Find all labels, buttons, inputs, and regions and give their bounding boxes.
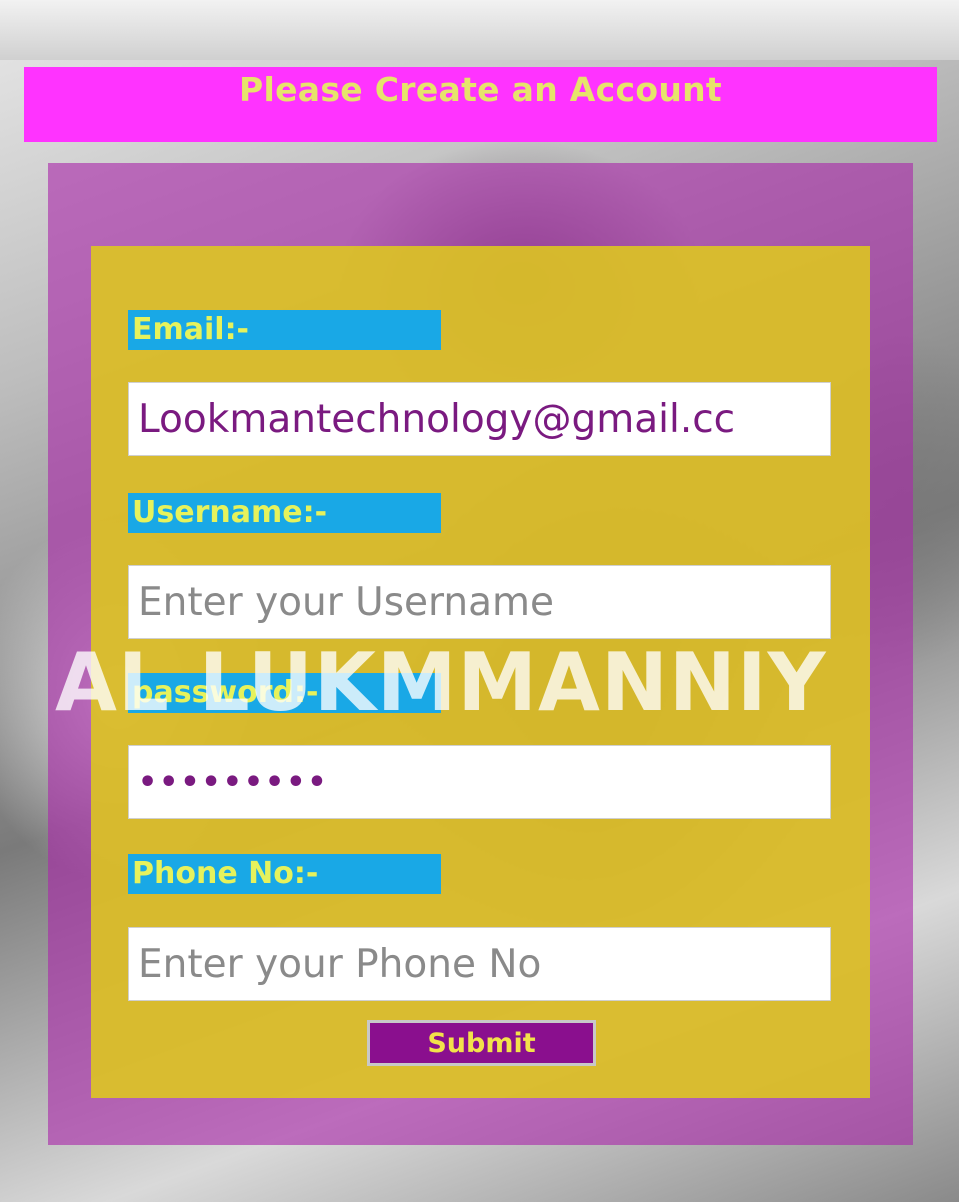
email-field[interactable] <box>128 382 831 456</box>
background-top-strip <box>0 0 959 60</box>
password-label: password:- <box>128 673 441 713</box>
page-title: Please Create an Account <box>239 70 722 109</box>
phone-field[interactable] <box>128 927 831 1001</box>
header-bar: Please Create an Account <box>24 67 937 142</box>
username-label: Username:- <box>128 493 441 533</box>
username-field[interactable] <box>128 565 831 639</box>
phone-label: Phone No:- <box>128 854 441 894</box>
password-field[interactable] <box>128 745 831 819</box>
email-label: Email:- <box>128 310 441 350</box>
submit-button[interactable]: Submit <box>367 1020 596 1066</box>
